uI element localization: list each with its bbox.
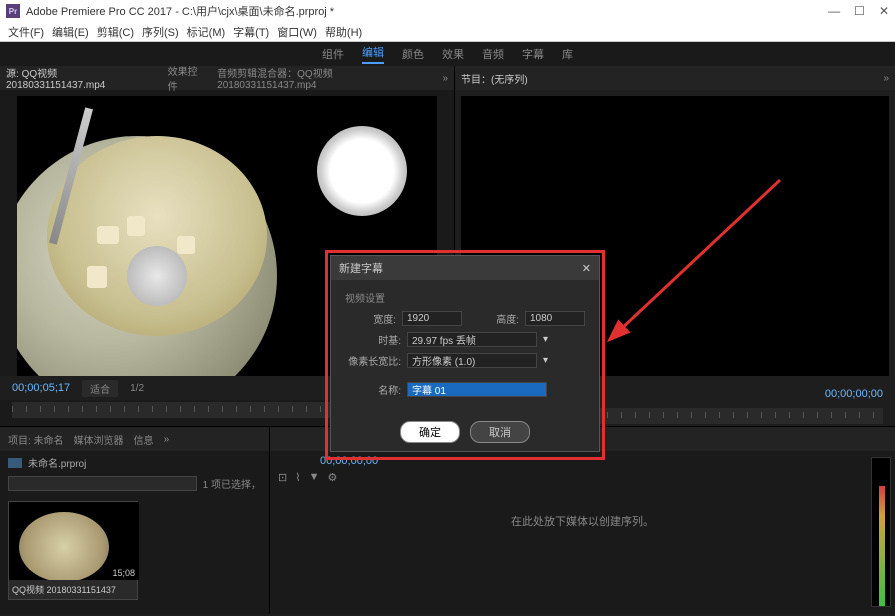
close-button[interactable]: ✕	[879, 4, 889, 18]
width-input[interactable]	[402, 311, 462, 326]
new-title-dialog: 新建字幕 ✕ 视频设置 宽度: 高度: 时基: ▾ 像素长宽比: ▾ 名称: 确…	[330, 255, 600, 452]
timebase-dropdown[interactable]	[407, 332, 537, 347]
clip-thumbnail[interactable]: 15;08 QQ视频 20180331151437	[8, 501, 138, 600]
lower-area: 项目: 未命名 媒体浏览器 信息 » 未命名.prproj 1 项已选择， 15…	[0, 426, 895, 614]
width-label: 宽度:	[345, 311, 396, 326]
ok-button[interactable]: 确定	[400, 421, 460, 443]
project-name: 未命名.prproj	[28, 455, 86, 470]
menu-title[interactable]: 字幕(T)	[231, 24, 271, 40]
project-panel-menu-icon[interactable]: »	[164, 434, 170, 445]
clip-name: QQ视频 20180331151437	[9, 580, 137, 599]
ws-tab-titles[interactable]: 字幕	[522, 46, 544, 62]
panel-menu-icon[interactable]: »	[442, 73, 448, 84]
dialog-close-icon[interactable]: ✕	[582, 262, 591, 275]
par-dropdown[interactable]	[407, 353, 537, 368]
marker-icon[interactable]: ▼	[309, 471, 320, 484]
program-panel-menu-icon[interactable]: »	[883, 73, 889, 84]
title-bar: Pr Adobe Premiere Pro CC 2017 - C:\用户\cj…	[0, 0, 895, 22]
selection-count: 1 项已选择，	[203, 476, 261, 491]
menu-sequence[interactable]: 序列(S)	[140, 24, 181, 40]
menu-help[interactable]: 帮助(H)	[323, 24, 364, 40]
chevron-down-icon[interactable]: ▾	[543, 334, 548, 345]
timeline-panel: 00;00;00;00 ⊡ ⌇ ▼ ⚙ 在此处放下媒体以创建序列。	[270, 427, 895, 614]
link-icon[interactable]: ⌇	[295, 471, 300, 484]
cancel-button[interactable]: 取消	[470, 421, 530, 443]
menu-marker[interactable]: 标记(M)	[185, 24, 228, 40]
minimize-button[interactable]: —	[828, 4, 840, 18]
ws-tab-effects[interactable]: 效果	[442, 46, 464, 62]
window-controls: — ☐ ✕	[828, 4, 889, 18]
ws-tab-libraries[interactable]: 库	[562, 46, 573, 62]
project-tabs: 项目: 未命名 媒体浏览器 信息 »	[0, 427, 269, 451]
project-tab[interactable]: 项目: 未命名	[8, 432, 64, 447]
project-panel: 项目: 未命名 媒体浏览器 信息 » 未命名.prproj 1 项已选择， 15…	[0, 427, 270, 614]
menu-edit[interactable]: 编辑(E)	[50, 24, 91, 40]
video-settings-label: 视频设置	[345, 290, 585, 305]
name-label: 名称:	[345, 382, 401, 397]
ws-tab-assembly[interactable]: 组件	[322, 46, 344, 62]
project-filter-row: 1 项已选择，	[0, 474, 269, 493]
source-tab-audio-mixer[interactable]: 音频剪辑混合器：QQ视频 20180331151437.mp4	[217, 65, 432, 91]
ws-tab-color[interactable]: 颜色	[402, 46, 424, 62]
source-zoom-dropdown[interactable]: 1/2	[130, 383, 144, 394]
media-browser-tab[interactable]: 媒体浏览器	[74, 432, 124, 447]
timebase-label: 时基:	[345, 332, 401, 347]
window-title: Adobe Premiere Pro CC 2017 - C:\用户\cjx\桌…	[26, 3, 334, 19]
clip-duration: 15;08	[112, 568, 135, 578]
thumbnail-image: 15;08	[9, 502, 139, 580]
timeline-timecode[interactable]: 00;00;00;00	[270, 451, 895, 467]
project-filter-input[interactable]	[8, 476, 197, 491]
height-label: 高度:	[468, 311, 519, 326]
app-icon: Pr	[6, 4, 20, 18]
program-panel-tabs: 节目：(无序列) »	[455, 66, 895, 90]
timeline-tools: ⊡ ⌇ ▼ ⚙	[270, 467, 895, 488]
menu-bar: 文件(F) 编辑(E) 剪辑(C) 序列(S) 标记(M) 字幕(T) 窗口(W…	[0, 22, 895, 42]
workspace-tabs: 组件 编辑 颜色 效果 音频 字幕 库	[0, 42, 895, 66]
bin-icon	[8, 458, 22, 468]
chevron-down-icon[interactable]: ▾	[543, 355, 548, 366]
audio-meter	[871, 457, 891, 607]
program-timecode[interactable]: 00;00;00;00	[825, 388, 883, 400]
settings-icon[interactable]: ⚙	[327, 471, 337, 484]
maximize-button[interactable]: ☐	[854, 4, 865, 18]
height-input[interactable]	[525, 311, 585, 326]
source-timecode[interactable]: 00;00;05;17	[12, 382, 70, 394]
title-name-input[interactable]	[407, 382, 547, 397]
source-fit-dropdown[interactable]: 适合	[82, 380, 118, 397]
ws-tab-editing[interactable]: 编辑	[362, 44, 384, 64]
info-tab[interactable]: 信息	[134, 432, 154, 447]
program-tab[interactable]: 节目：(无序列)	[461, 71, 528, 86]
timeline-empty-hint: 在此处放下媒体以创建序列。	[511, 513, 654, 529]
snap-icon[interactable]: ⊡	[278, 471, 287, 484]
dialog-titlebar[interactable]: 新建字幕 ✕	[331, 256, 599, 280]
ws-tab-audio[interactable]: 音频	[482, 46, 504, 62]
project-thumbnails: 15;08 QQ视频 20180331151437	[0, 493, 269, 608]
dialog-title: 新建字幕	[339, 260, 383, 276]
project-bin-row[interactable]: 未命名.prproj	[0, 451, 269, 474]
source-tab-effect-controls[interactable]: 效果控件	[168, 63, 208, 93]
source-tab-clip[interactable]: 源: QQ视频 20180331151437.mp4	[6, 65, 158, 91]
menu-clip[interactable]: 剪辑(C)	[95, 24, 136, 40]
menu-window[interactable]: 窗口(W)	[275, 24, 319, 40]
par-label: 像素长宽比:	[345, 353, 401, 368]
menu-file[interactable]: 文件(F)	[6, 24, 46, 40]
source-panel-tabs: 源: QQ视频 20180331151437.mp4 效果控件 音频剪辑混合器：…	[0, 66, 454, 90]
